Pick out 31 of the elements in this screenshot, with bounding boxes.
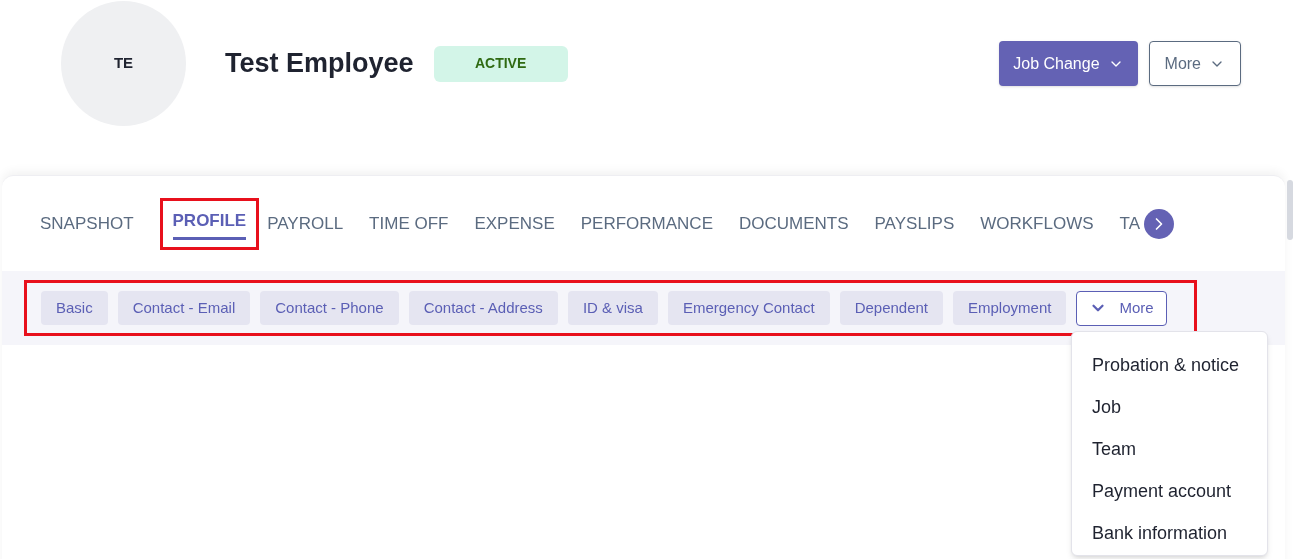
tab[interactable]: TA bbox=[1119, 213, 1141, 234]
job-change-button[interactable]: Job Change bbox=[999, 41, 1138, 86]
employee-name: Test Employee bbox=[225, 47, 414, 81]
menu-item[interactable]: Team bbox=[1072, 428, 1267, 471]
menu-item[interactable]: Probation & notice bbox=[1072, 344, 1267, 387]
more-button[interactable]: More bbox=[1148, 41, 1241, 86]
status-badge: ACTIVE bbox=[433, 45, 568, 82]
scrollbar[interactable] bbox=[1287, 180, 1293, 240]
scroll-right-button[interactable] bbox=[1144, 208, 1175, 239]
section-chip[interactable]: Contact - Phone bbox=[260, 291, 399, 325]
tab[interactable]: PROFILE bbox=[172, 207, 247, 240]
tab[interactable]: PERFORMANCE bbox=[580, 213, 713, 234]
tab[interactable]: DOCUMENTS bbox=[739, 213, 849, 234]
section-chip[interactable]: ID & visa bbox=[567, 291, 658, 325]
section-chip[interactable]: Employment bbox=[953, 291, 1067, 325]
menu-item[interactable]: Payment account bbox=[1072, 470, 1267, 513]
avatar: TE bbox=[61, 1, 186, 126]
section-chip[interactable]: Basic bbox=[41, 291, 108, 325]
tab[interactable]: PAYROLL bbox=[267, 213, 344, 234]
tab[interactable]: EXPENSE bbox=[474, 213, 555, 234]
tab[interactable]: PAYSLIPS bbox=[874, 213, 955, 234]
tab[interactable]: SNAPSHOT bbox=[40, 213, 134, 234]
more-sections-button[interactable]: More bbox=[1076, 290, 1167, 326]
tab[interactable]: WORKFLOWS bbox=[980, 213, 1094, 234]
section-chip[interactable]: Dependent bbox=[839, 291, 944, 325]
menu-item[interactable]: Job bbox=[1072, 386, 1267, 429]
section-chip[interactable]: Contact - Address bbox=[408, 291, 558, 325]
section-chip[interactable]: Emergency Contact bbox=[667, 291, 830, 325]
menu-item[interactable]: Bank information bbox=[1072, 512, 1267, 555]
tab[interactable]: TIME OFF bbox=[369, 213, 449, 234]
section-chip[interactable]: Contact - Email bbox=[117, 291, 251, 325]
